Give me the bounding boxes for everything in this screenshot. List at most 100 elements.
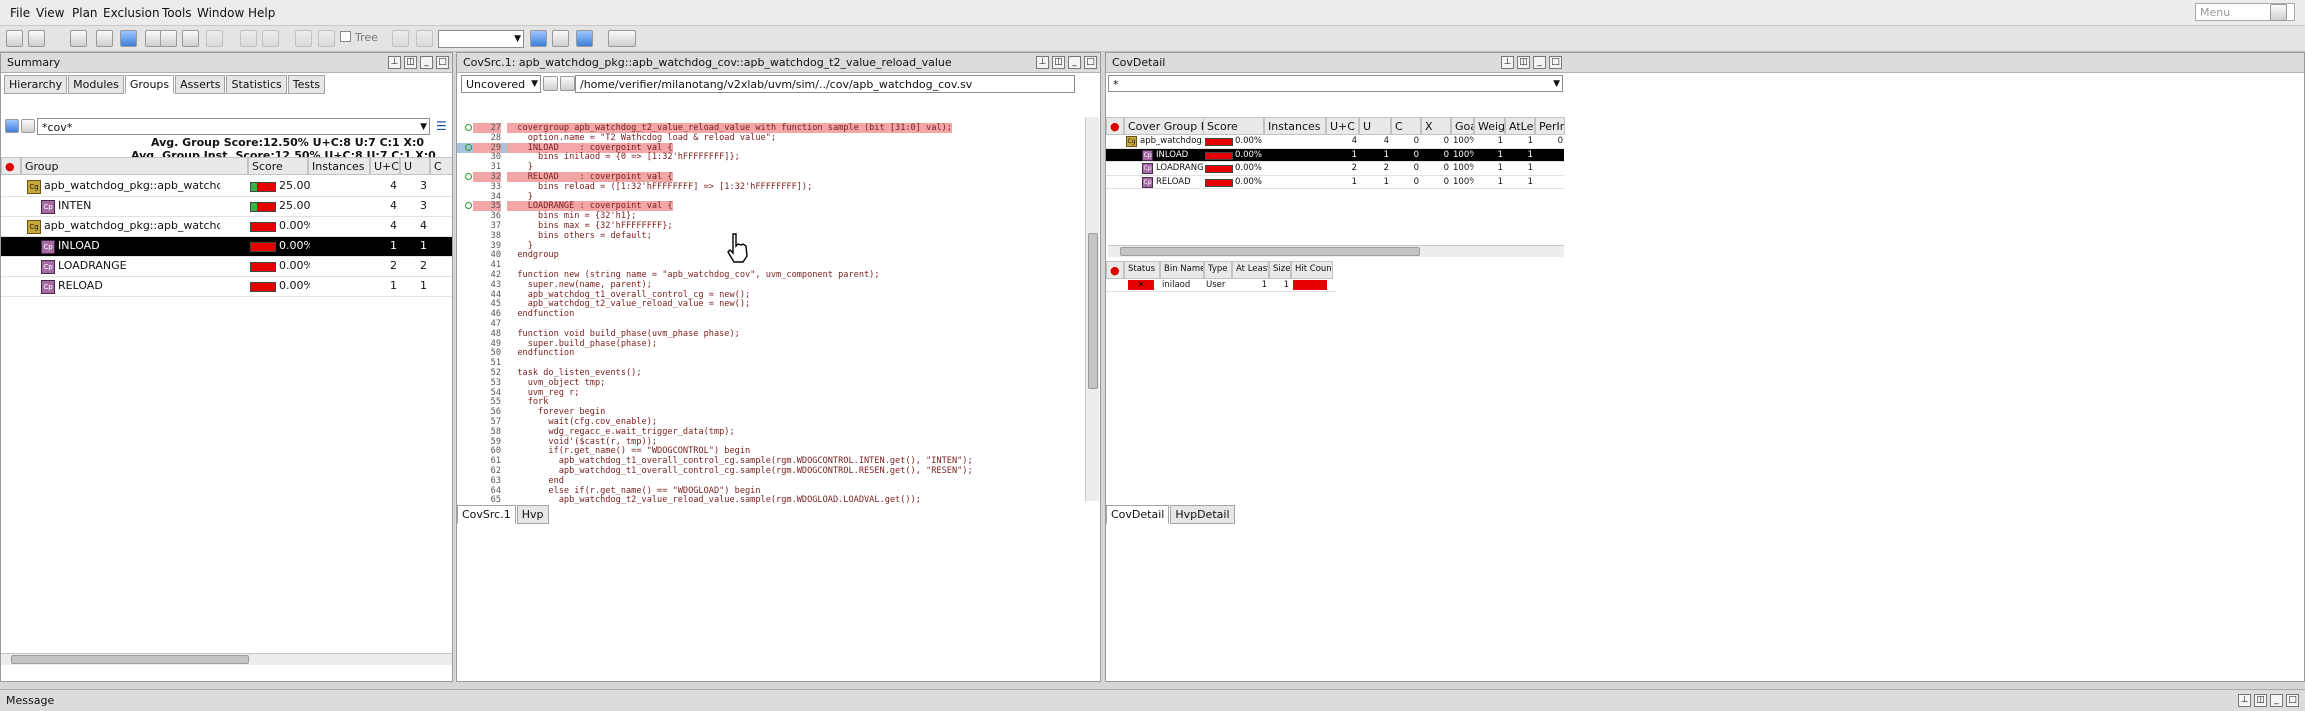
source-vscrollbar[interactable] bbox=[1085, 117, 1099, 501]
detail-hscroll-thumb[interactable] bbox=[1120, 247, 1420, 256]
edit-icon[interactable] bbox=[392, 30, 409, 47]
detail-col-perinst[interactable]: PerInst bbox=[1535, 117, 1565, 135]
save-disk-icon[interactable] bbox=[160, 30, 177, 47]
maximize-icon[interactable]: □ bbox=[1549, 56, 1562, 69]
col-uc[interactable]: U+C bbox=[370, 157, 400, 175]
detail-col-u[interactable]: U bbox=[1359, 117, 1391, 135]
pin-icon[interactable]: ⊥ bbox=[1501, 56, 1514, 69]
menu-exclusion[interactable]: Exclusion bbox=[103, 6, 160, 20]
eraser-icon[interactable] bbox=[416, 30, 433, 47]
detail-row[interactable]: CpRELOAD 0.00% 1 1 0 0 100% 1 1 bbox=[1106, 176, 1564, 189]
chat-icon[interactable] bbox=[530, 30, 547, 47]
detail-row[interactable]: Cgapb_watchdog...0.00%4400100%110 bbox=[1106, 135, 1564, 149]
source-code-view[interactable]: 27 covergroup apb_watchdog_t2_value_relo… bbox=[457, 71, 1087, 505]
menu-help[interactable]: Help bbox=[248, 6, 275, 20]
layout-icon[interactable] bbox=[608, 30, 636, 47]
col-score[interactable]: Score bbox=[248, 157, 308, 175]
tab-covsrc[interactable]: CovSrc.1 bbox=[457, 505, 516, 524]
save-icon[interactable] bbox=[70, 30, 87, 47]
menu-tools[interactable]: Tools bbox=[162, 6, 192, 20]
pointer-icon[interactable] bbox=[552, 30, 569, 47]
bins-col-type[interactable]: Type bbox=[1204, 261, 1232, 279]
summary-hscroll-thumb[interactable] bbox=[11, 655, 249, 664]
detail-col-u-c[interactable]: U+C bbox=[1326, 117, 1359, 135]
detail-row[interactable]: CpLOADRANGE0.00%2200100%11 bbox=[1106, 162, 1564, 176]
stop-icon[interactable] bbox=[295, 30, 312, 47]
bins-col-hit-count[interactable]: Hit Count bbox=[1291, 261, 1333, 279]
detail-col-c[interactable]: C bbox=[1391, 117, 1421, 135]
tab-tests[interactable]: Tests bbox=[287, 75, 326, 94]
tab-covdetail[interactable]: CovDetail bbox=[1106, 505, 1170, 524]
float-icon[interactable]: ◫ bbox=[1517, 56, 1530, 69]
tab-hierarchy[interactable]: Hierarchy bbox=[4, 75, 68, 94]
menu-plan[interactable]: Plan bbox=[72, 6, 98, 20]
bins-col-at-least[interactable]: At Least bbox=[1232, 261, 1269, 279]
bins-col-size[interactable]: Size bbox=[1269, 261, 1291, 279]
add-icon[interactable] bbox=[96, 30, 113, 47]
menu-view[interactable]: View bbox=[36, 6, 64, 20]
arrow-icon[interactable] bbox=[576, 30, 593, 47]
minimize-icon[interactable]: _ bbox=[2270, 694, 2283, 707]
detail-col-x[interactable]: X bbox=[1421, 117, 1451, 135]
tree-checkbox[interactable] bbox=[340, 31, 351, 42]
list-icon[interactable]: ☰ bbox=[436, 119, 447, 133]
toolbar-combo[interactable]: ▼ bbox=[438, 30, 524, 48]
coverage-marker-icon[interactable] bbox=[465, 124, 472, 131]
col-group[interactable]: Group bbox=[21, 157, 248, 175]
minimize-icon[interactable]: _ bbox=[1533, 56, 1546, 69]
filter-icon[interactable] bbox=[120, 30, 137, 47]
menu-window[interactable]: Window bbox=[197, 6, 244, 20]
summary-filter-input[interactable]: *cov* ▼ bbox=[37, 118, 430, 135]
bins-row[interactable]: ✕ inilaod User 1 1 bbox=[1106, 279, 1336, 292]
detail-col-weight[interactable]: Weight bbox=[1474, 117, 1505, 135]
col-instances[interactable]: Instances bbox=[308, 157, 370, 175]
pin-icon[interactable]: ⊥ bbox=[1036, 56, 1049, 69]
open-db-icon[interactable] bbox=[182, 30, 199, 47]
new-file-icon[interactable] bbox=[6, 30, 23, 47]
detail-col-instances[interactable]: Instances bbox=[1264, 117, 1326, 135]
coverage-marker-icon[interactable] bbox=[465, 143, 472, 151]
bins-col-bin-name[interactable]: Bin Name bbox=[1160, 261, 1204, 279]
float-icon[interactable]: ◫ bbox=[1052, 56, 1065, 69]
covdetail-filter-input[interactable]: * ▼ bbox=[1108, 75, 1563, 92]
tab-modules[interactable]: Modules bbox=[68, 75, 124, 94]
col-c[interactable]: C bbox=[430, 157, 452, 175]
summary-row[interactable]: Cgapb_watchdog_pkg::apb_watchdog_cov::ap… bbox=[1, 177, 452, 197]
view-icon[interactable] bbox=[21, 119, 35, 133]
bins-col-status[interactable]: Status bbox=[1124, 261, 1160, 279]
summary-hscrollbar[interactable] bbox=[1, 653, 452, 665]
detail-col-score[interactable]: Score bbox=[1203, 117, 1264, 135]
pin-icon[interactable]: ⊥ bbox=[388, 56, 401, 69]
merge-icon[interactable] bbox=[262, 30, 279, 47]
summary-row[interactable]: CpRELOAD 0.00% 1 1 bbox=[1, 277, 452, 297]
coverage-marker-icon[interactable] bbox=[465, 202, 472, 210]
detail-col-goal[interactable]: Goal bbox=[1451, 117, 1474, 135]
summary-row[interactable]: CpINLOAD 0.00% 1 1 bbox=[1, 237, 452, 257]
coverage-marker-icon[interactable] bbox=[465, 173, 472, 180]
minimize-icon[interactable]: _ bbox=[1068, 56, 1081, 69]
summary-row[interactable]: CpLOADRANGE 0.00% 2 2 bbox=[1, 257, 452, 277]
float-icon[interactable]: ◫ bbox=[404, 56, 417, 69]
menu-file[interactable]: File bbox=[10, 6, 30, 20]
cut-icon[interactable] bbox=[206, 30, 223, 47]
close-icon[interactable] bbox=[240, 30, 257, 47]
maximize-icon[interactable]: □ bbox=[2286, 694, 2299, 707]
tab-groups[interactable]: Groups bbox=[124, 75, 175, 94]
stop-all-icon[interactable] bbox=[318, 30, 335, 47]
float-icon[interactable]: ◫ bbox=[2254, 694, 2267, 707]
tab-statistics[interactable]: Statistics bbox=[226, 75, 287, 94]
tab-hvp[interactable]: Hvp bbox=[516, 505, 549, 524]
detail-hscrollbar[interactable] bbox=[1108, 245, 1564, 257]
summary-row[interactable]: Cgapb_watchdog_pkg::apb_watchdog_cov::ap… bbox=[1, 217, 452, 237]
minimize-icon[interactable]: _ bbox=[420, 56, 433, 69]
detail-col-atleast[interactable]: AtLeast bbox=[1505, 117, 1535, 135]
search-icon[interactable] bbox=[2270, 4, 2287, 21]
maximize-icon[interactable]: □ bbox=[436, 56, 449, 69]
col-u[interactable]: U bbox=[400, 157, 430, 175]
open-folder-icon[interactable] bbox=[28, 30, 45, 47]
maximize-icon[interactable]: □ bbox=[1084, 56, 1097, 69]
detail-row[interactable]: CpINLOAD0.00%1100100%11 bbox=[1106, 148, 1564, 162]
summary-row[interactable]: CpINTEN 25.00% 4 3 bbox=[1, 197, 452, 217]
source-vscroll-thumb[interactable] bbox=[1088, 233, 1098, 389]
expand-icon[interactable] bbox=[5, 119, 19, 133]
